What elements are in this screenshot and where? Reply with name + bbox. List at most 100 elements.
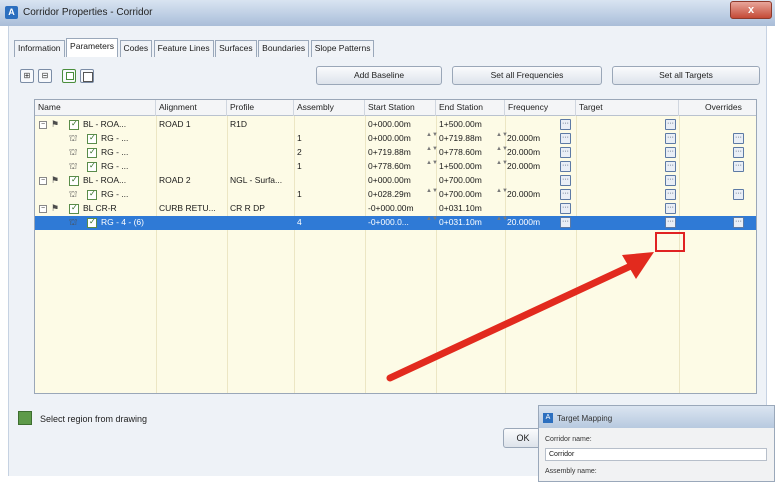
cell-start-station: 0+000.00m (368, 119, 411, 129)
target-edit-button[interactable]: ··· (665, 217, 676, 228)
region-icon: ⛫ (69, 161, 78, 171)
start-station-spin-icon[interactable]: ▲▼ (426, 160, 438, 172)
row-checkbox[interactable] (69, 175, 79, 186)
target-edit-button[interactable]: ··· (665, 119, 676, 130)
set-all-targets-button[interactable]: Set all Targets (612, 66, 760, 85)
cell-name: BL - ROA... (83, 175, 127, 185)
cell-name: RG - ... (101, 133, 129, 143)
select-all-icon[interactable] (62, 69, 76, 83)
select-region-icon[interactable] (18, 411, 32, 425)
col-header-frequency[interactable]: Frequency (505, 100, 576, 116)
close-button[interactable]: x (730, 1, 772, 19)
frequency-edit-button[interactable]: ··· (560, 175, 571, 186)
region-icon: ⛫ (69, 217, 78, 227)
end-station-spin-icon[interactable]: ▲▼ (496, 216, 508, 228)
tab-parameters[interactable]: Parameters (66, 38, 118, 57)
table-row[interactable]: ⛫RG - ...20+719.88m▲▼0+778.60m▲▼20.000m·… (35, 146, 756, 160)
row-checkbox[interactable] (69, 119, 79, 130)
frequency-edit-button[interactable]: ··· (560, 161, 571, 172)
target-edit-button[interactable]: ··· (665, 161, 676, 172)
cell-name: RG - ... (101, 189, 129, 199)
start-station-spin-icon[interactable]: ▲▼ (426, 132, 438, 144)
col-header-start-station[interactable]: Start Station (365, 100, 436, 116)
collapse-icon[interactable]: − (39, 205, 47, 213)
row-checkbox[interactable] (69, 203, 79, 214)
tab-surfaces[interactable]: Surfaces (215, 40, 257, 57)
row-checkbox[interactable] (87, 147, 97, 158)
cell-end-station: 0+031.10m (439, 203, 482, 213)
frequency-edit-button[interactable]: ··· (560, 189, 571, 200)
cell-frequency: 20.000m (507, 147, 541, 157)
cell-frequency: 20.000m (507, 189, 541, 199)
frequency-edit-button[interactable]: ··· (560, 147, 571, 158)
overrides-edit-button[interactable]: ··· (733, 147, 744, 158)
grid-header: Name Alignment Profile Assembly Start St… (35, 100, 756, 116)
cell-profile (230, 160, 292, 174)
col-header-assembly[interactable]: Assembly (294, 100, 365, 116)
start-station-spin-icon[interactable]: ▲▼ (426, 146, 438, 158)
col-header-overrides[interactable]: Overrides (679, 100, 756, 116)
target-edit-button[interactable]: ··· (665, 189, 676, 200)
collapse-icon[interactable]: − (39, 121, 47, 129)
tab-codes[interactable]: Codes (119, 40, 153, 57)
end-station-spin-icon[interactable]: ▲▼ (496, 146, 508, 158)
table-row[interactable]: ⛫RG - ...10+028.29m▲▼0+700.00m▲▼20.000m·… (35, 188, 756, 202)
frequency-edit-button[interactable]: ··· (560, 203, 571, 214)
baseline-icon: ⚑ (51, 119, 60, 129)
target-edit-button[interactable]: ··· (665, 203, 676, 214)
end-station-spin-icon[interactable]: ▲▼ (496, 132, 508, 144)
frequency-edit-button[interactable]: ··· (560, 217, 571, 228)
corridor-name-field[interactable]: Corridor (545, 448, 767, 461)
target-mapping-title-bar: A Target Mapping (539, 406, 774, 428)
collapse-all-icon[interactable]: ⊟ (38, 69, 52, 83)
tab-feature-lines[interactable]: Feature Lines (153, 40, 214, 57)
cell-start-station: 0+000.00m (368, 133, 411, 143)
cell-profile (230, 188, 292, 202)
start-station-spin-icon[interactable]: ▲▼ (426, 216, 438, 228)
cell-end-station: 1+500.00m (439, 119, 482, 129)
row-checkbox[interactable] (87, 161, 97, 172)
table-row[interactable]: −⚑ BL - ROA... ROAD 2 NGL - Surfa... 0+000.0… (35, 174, 756, 188)
start-station-spin-icon[interactable]: ▲▼ (426, 188, 438, 200)
region-icon: ⛫ (69, 189, 78, 199)
target-edit-button[interactable]: ··· (665, 133, 676, 144)
col-header-target[interactable]: Target (576, 100, 679, 116)
ok-button[interactable]: OK (503, 428, 543, 448)
table-row[interactable]: −⚑ BL CR-R CURB RETU... CR R DP -0+000.00m 0+… (35, 202, 756, 216)
target-edit-button[interactable]: ··· (665, 147, 676, 158)
overrides-edit-button[interactable]: ··· (733, 189, 744, 200)
tab-slope-patterns[interactable]: Slope Patterns (310, 40, 375, 57)
overrides-edit-button[interactable]: ··· (733, 133, 744, 144)
col-header-end-station[interactable]: End Station (436, 100, 505, 116)
col-header-alignment[interactable]: Alignment (156, 100, 227, 116)
cell-profile: R1D (230, 119, 248, 129)
end-station-spin-icon[interactable]: ▲▼ (496, 188, 508, 200)
expand-all-icon[interactable]: ⊞ (20, 69, 34, 83)
tab-information[interactable]: Information (14, 40, 65, 57)
overrides-edit-button[interactable]: ··· (733, 161, 744, 172)
cell-end-station: 1+500.00m (439, 161, 482, 171)
row-checkbox[interactable] (87, 133, 97, 144)
target-edit-button[interactable]: ··· (665, 175, 676, 186)
end-station-spin-icon[interactable]: ▲▼ (496, 160, 508, 172)
baseline-icon: ⚑ (51, 203, 60, 213)
add-baseline-button[interactable]: Add Baseline (316, 66, 442, 85)
col-header-profile[interactable]: Profile (227, 100, 294, 116)
cell-assembly: 1 (297, 161, 302, 171)
collapse-icon[interactable]: − (39, 177, 47, 185)
set-all-frequencies-button[interactable]: Set all Frequencies (452, 66, 602, 85)
row-checkbox[interactable] (87, 217, 97, 228)
overrides-edit-button[interactable]: ··· (733, 217, 744, 228)
cell-profile (230, 216, 292, 230)
table-row[interactable]: ⛫RG - 4 - (6)4-0+000.0...▲▼0+031.10m▲▼20… (35, 216, 756, 230)
frequency-edit-button[interactable]: ··· (560, 133, 571, 144)
table-row[interactable]: ⛫RG - ...10+000.00m▲▼0+719.88m▲▼20.000m·… (35, 132, 756, 146)
clear-all-icon[interactable] (80, 69, 94, 83)
table-row[interactable]: −⚑ BL - ROA... ROAD 1 R1D 0+000.00m 1+500.00m… (35, 118, 756, 132)
frequency-edit-button[interactable]: ··· (560, 119, 571, 130)
tab-boundaries[interactable]: Boundaries (258, 40, 310, 57)
table-row[interactable]: ⛫RG - ...10+778.60m▲▼1+500.00m▲▼20.000m·… (35, 160, 756, 174)
cell-alignment: ROAD 2 (159, 175, 191, 185)
col-header-name[interactable]: Name (35, 100, 156, 116)
row-checkbox[interactable] (87, 189, 97, 200)
